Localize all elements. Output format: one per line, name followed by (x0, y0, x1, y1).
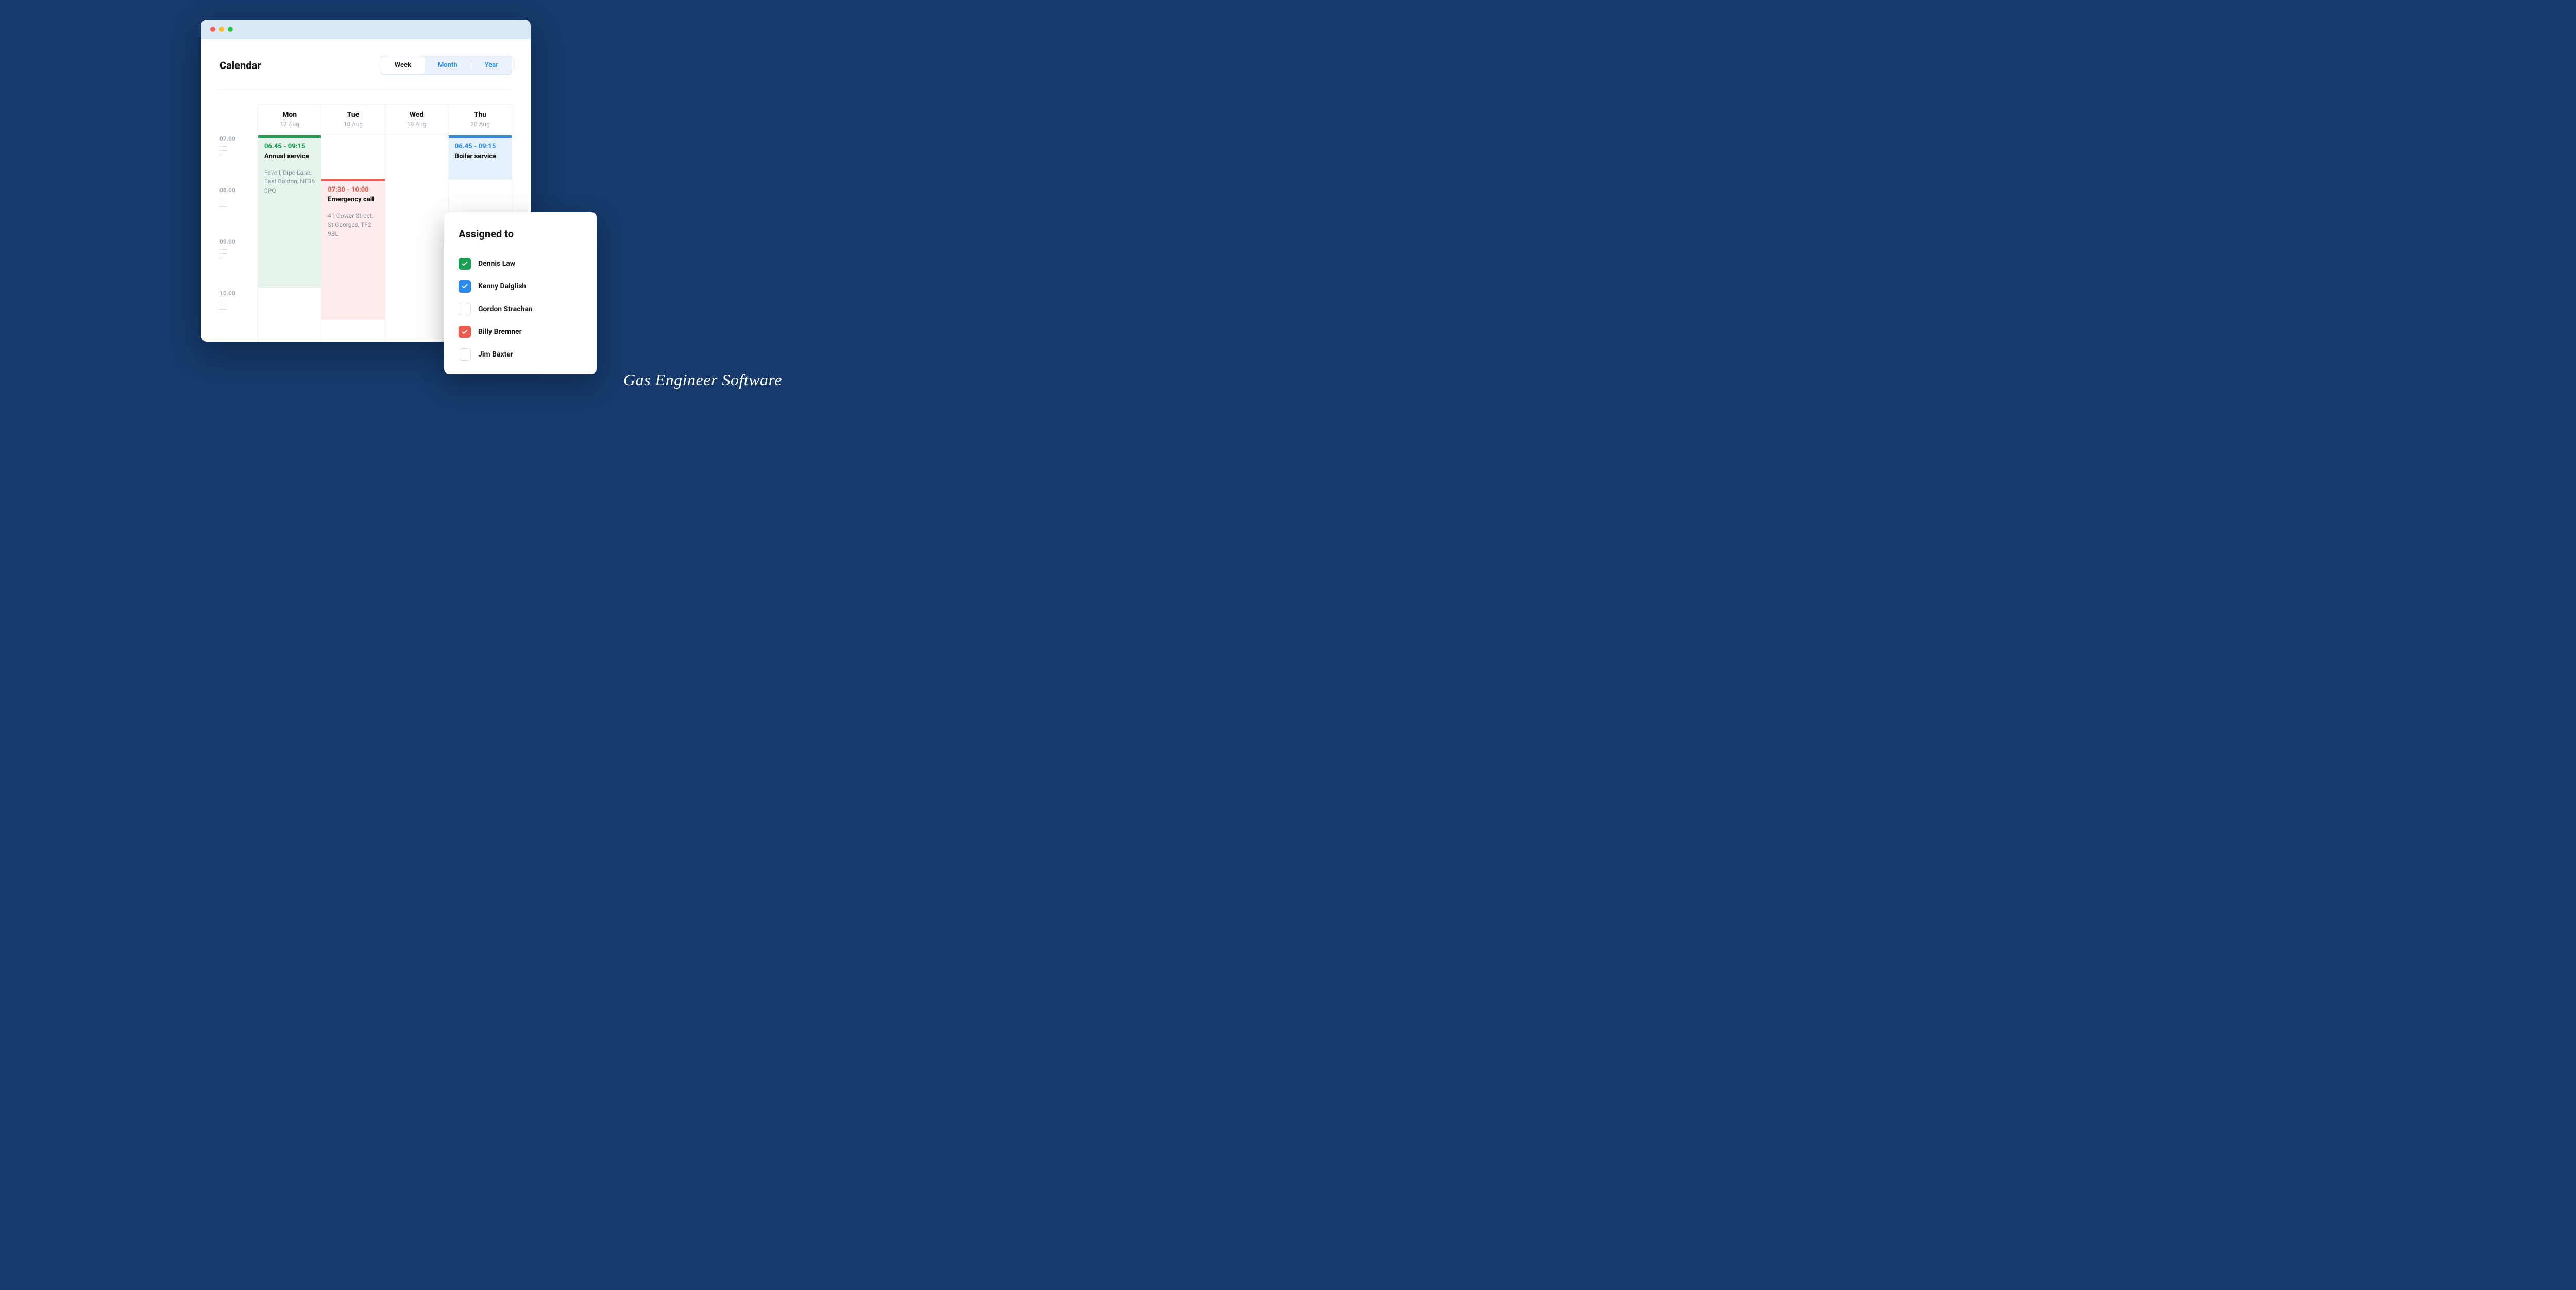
window-zoom-icon[interactable] (228, 27, 233, 32)
assignee-row[interactable]: Jim Baxter (459, 343, 582, 366)
window-minimize-icon[interactable] (219, 27, 224, 32)
event-color-bar (449, 135, 512, 138)
event-address: 41 Gower Street, St Georges, TF2 9BL (328, 212, 378, 239)
day-column: Wed 19 Aug (385, 105, 449, 342)
assignee-checkbox[interactable] (459, 326, 471, 338)
time-tick (219, 253, 227, 254)
day-date: 18 Aug (321, 121, 384, 128)
time-tick (219, 146, 227, 147)
time-tick (219, 249, 227, 250)
day-column: Tue 18 Aug 07:30 - 10:00 Emergency call 41 G… (321, 105, 385, 342)
day-of-week: Mon (258, 111, 321, 119)
time-label: 09.00 (219, 238, 258, 245)
assignee-name: Dennis Law (478, 260, 515, 268)
time-rail: 07.00 08.00 09.00 10.00 (219, 104, 258, 342)
day-header: Mon 17 Aug (258, 105, 321, 135)
time-slot: 08.00 (219, 186, 258, 238)
day-header: Thu 20 Aug (449, 105, 512, 135)
time-slot: 07.00 (219, 135, 258, 186)
page-title: Calendar (219, 59, 261, 72)
day-of-week: Wed (385, 111, 448, 119)
event-color-bar (321, 179, 384, 181)
time-label: 08.00 (219, 186, 258, 194)
header-row: Calendar Week Month Year (219, 56, 512, 90)
time-slot: 10.00 (219, 290, 258, 341)
event-address: Favell, Dipe Lane, East Boldon, NE36 0PQ (264, 168, 315, 195)
event-title: Annual service (264, 152, 315, 160)
assignee-checkbox[interactable] (459, 348, 471, 361)
assignee-name: Gordon Strachan (478, 305, 533, 313)
assigned-list: Dennis Law Kenny Dalglish Gordon Strachan B… (459, 252, 582, 366)
assignee-row[interactable]: Kenny Dalglish (459, 275, 582, 298)
event-title: Boiler service (455, 152, 505, 160)
view-switch: Week Month Year (381, 56, 512, 75)
event-time: 06.45 - 09:15 (455, 143, 505, 150)
time-label: 07.00 (219, 135, 258, 142)
day-date: 17 Aug (258, 121, 321, 128)
assignee-checkbox[interactable] (459, 258, 471, 270)
assignee-row[interactable]: Billy Bremner (459, 320, 582, 343)
day-header: Tue 18 Aug (321, 105, 384, 135)
window-titlebar (201, 20, 531, 39)
assignee-name: Kenny Dalglish (478, 282, 526, 291)
calendar-event[interactable]: 06.45 - 09:15 Annual service Favell, Dipe … (258, 135, 321, 288)
assignee-name: Billy Bremner (478, 328, 522, 336)
time-tick (219, 309, 227, 310)
day-column: Mon 17 Aug 06.45 - 09:15 Annual service Fave… (258, 105, 321, 342)
time-tick (219, 206, 227, 207)
tab-week[interactable]: Week (381, 56, 425, 74)
calendar-event[interactable]: 06.45 - 09:15 Boiler service (449, 135, 512, 180)
assignee-checkbox[interactable] (459, 280, 471, 293)
event-color-bar (258, 135, 321, 138)
tab-year[interactable]: Year (471, 56, 512, 74)
event-title: Emergency call (328, 196, 378, 203)
event-time: 07:30 - 10:00 (328, 186, 378, 194)
day-date: 19 Aug (385, 121, 448, 128)
brand-logo: Gas Engineer Software (623, 370, 782, 389)
window-close-icon[interactable] (210, 27, 215, 32)
assignee-row[interactable]: Gordon Strachan (459, 298, 582, 320)
assignee-row[interactable]: Dennis Law (459, 252, 582, 275)
day-of-week: Tue (321, 111, 384, 119)
day-date: 20 Aug (449, 121, 512, 128)
tab-month[interactable]: Month (425, 56, 471, 74)
assignee-checkbox[interactable] (459, 303, 471, 315)
assigned-title: Assigned to (459, 228, 582, 240)
time-slot: 09.00 (219, 238, 258, 290)
time-label: 10.00 (219, 290, 258, 297)
assigned-panel: Assigned to Dennis Law Kenny Dalglish Gord… (444, 212, 597, 374)
day-of-week: Thu (449, 111, 512, 119)
event-time: 06.45 - 09:15 (264, 143, 315, 150)
calendar-event[interactable]: 07:30 - 10:00 Emergency call 41 Gower Stre… (321, 179, 384, 320)
assignee-name: Jim Baxter (478, 350, 513, 359)
time-tick (219, 150, 227, 151)
day-header: Wed 19 Aug (385, 105, 448, 135)
